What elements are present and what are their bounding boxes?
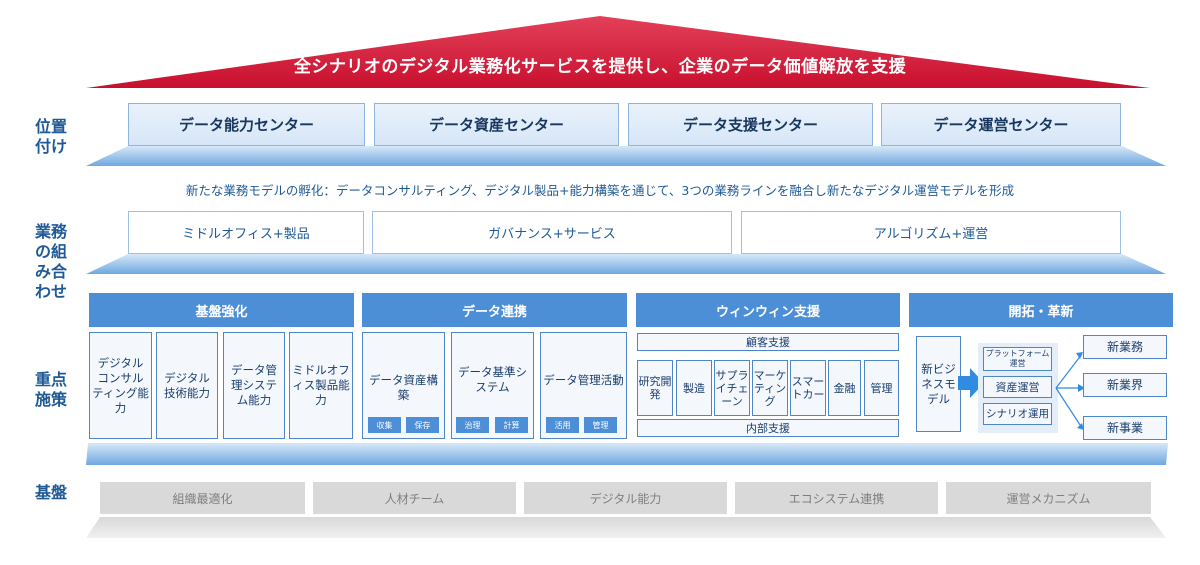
scenario-operation: シナリオ運用 <box>983 403 1052 425</box>
foundation-talent: 人材チーム <box>313 482 516 514</box>
model-algorithm: アルゴリズム+運営 <box>741 211 1121 254</box>
customer-support-bar: 顧客支援 <box>637 333 899 351</box>
card-asset-build-label: データ資産構築 <box>369 373 438 402</box>
new-industry: 新業界 <box>1083 373 1167 397</box>
foundation-ecosystem: エコシステム連携 <box>735 482 938 514</box>
card-consulting: デジタルコンサルティング能力 <box>89 332 152 439</box>
foundation-org: 組織最適化 <box>100 482 305 514</box>
item-finance: 金融 <box>828 360 861 416</box>
platform-operation: プラットフォーム運営 <box>983 347 1052 371</box>
shelf-1 <box>86 146 1166 166</box>
shelf-2 <box>86 254 1166 274</box>
item-manufacturing: 製造 <box>676 360 712 416</box>
model-governance: ガバナンス+サービス <box>372 211 732 254</box>
center-data-capability: データ能力センター <box>128 103 365 146</box>
center-data-operations: データ運営センター <box>881 103 1121 146</box>
item-supply-chain: サプライチェーン <box>714 360 750 416</box>
foundation-base <box>86 517 1166 538</box>
new-enterprise: 新事業 <box>1083 416 1167 440</box>
col-head-foundation-strengthen: 基盤強化 <box>89 293 354 327</box>
card-middle-office: ミドルオフィス製品能力 <box>289 332 353 439</box>
card-data-mgmt: データ管理システム能力 <box>223 332 285 439</box>
roof-title: 全シナリオのデジタル業務化サービスを提供し、企業のデータ価値解放を支援 <box>293 57 907 77</box>
card-mgmt-activity-label: データ管理活動 <box>543 373 624 387</box>
card-tech: デジタル技術能力 <box>156 332 218 439</box>
foundation-mechanism: 運営メカニズム <box>946 482 1151 514</box>
tag-store: 保存 <box>406 417 439 433</box>
tag-compute: 計算 <box>495 417 528 433</box>
item-rnd: 研究開発 <box>637 360 673 416</box>
internal-support-bar: 内部支援 <box>637 419 899 437</box>
roof-shape <box>86 16 1150 88</box>
intro-text: 新たな業務モデルの孵化：データコンサルティング、デジタル製品+能力構築を通じて、… <box>185 183 1015 198</box>
model-middle-office: ミドルオフィス+製品 <box>128 211 364 254</box>
shelf-3 <box>86 443 1168 465</box>
tag-governance: 治理 <box>456 417 489 433</box>
col-head-innovation: 開拓・革新 <box>909 293 1173 327</box>
label-foundation: 基盤 <box>34 483 67 502</box>
foundation-digital: デジタル能力 <box>524 482 727 514</box>
new-work: 新業務 <box>1083 335 1167 359</box>
asset-operation: 資産運営 <box>983 376 1052 398</box>
tag-manage: 管理 <box>584 417 617 433</box>
col-head-win-win: ウィンウィン支援 <box>636 293 900 327</box>
tag-utilize: 活用 <box>546 417 579 433</box>
tag-collect: 収集 <box>368 417 401 433</box>
center-data-support: データ支援センター <box>628 103 873 146</box>
item-marketing: マーケティング <box>752 360 788 416</box>
card-new-business-model: 新ビジネスモデル <box>916 336 961 432</box>
col-head-data-linkage: データ連携 <box>362 293 627 327</box>
item-smart-car: スマートカー <box>790 360 826 416</box>
label-key-measures: 重点施策 <box>34 370 67 409</box>
card-standard-system-label: データ基準システム <box>458 365 527 394</box>
center-data-assets: データ資産センター <box>374 103 619 146</box>
item-management: 管理 <box>864 360 899 416</box>
